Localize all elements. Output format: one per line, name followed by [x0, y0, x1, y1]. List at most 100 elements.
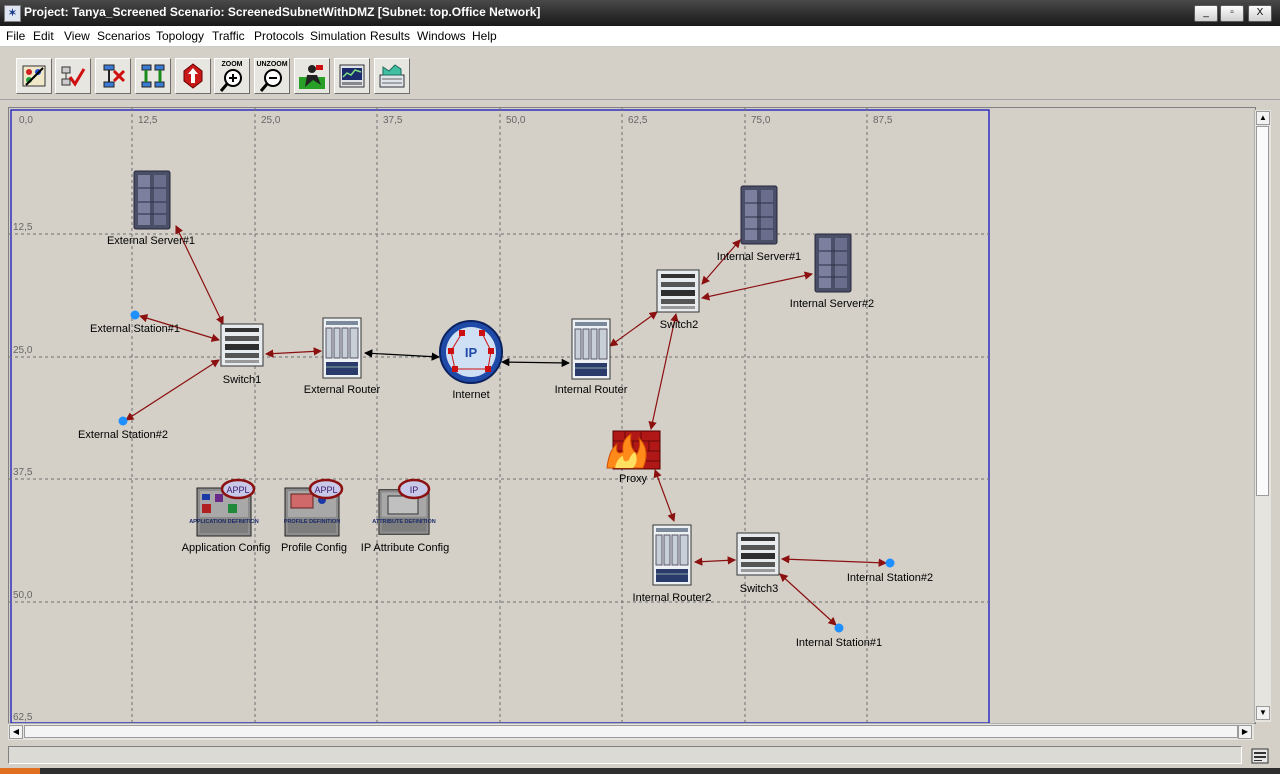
menu-scenarios[interactable]: Scenarios: [97, 29, 150, 43]
link[interactable]: [653, 469, 676, 522]
link[interactable]: [125, 359, 220, 421]
spreadsheet-icon: [215, 494, 223, 502]
node-label: Internal Station#2: [847, 572, 933, 584]
node-label: External Router: [304, 384, 381, 396]
server-icon: [133, 170, 171, 230]
link[interactable]: [780, 555, 888, 567]
menu-view[interactable]: View: [64, 29, 90, 43]
menu-traffic[interactable]: Traffic: [212, 29, 245, 43]
node-label: Internal Server#1: [717, 251, 801, 263]
link[interactable]: [693, 556, 737, 566]
link[interactable]: [779, 573, 837, 626]
switch3-node[interactable]: Switch3: [736, 532, 780, 595]
ip-attribute-config-node[interactable]: ATTRIBUTE DEFINITION IP IP Attribute Con…: [361, 478, 449, 554]
link[interactable]: [648, 312, 679, 431]
switch-icon: [656, 269, 700, 313]
menu-topology[interactable]: Topology: [156, 29, 204, 43]
node-label: Internal Router: [555, 384, 628, 396]
link[interactable]: [700, 271, 814, 301]
horizontal-scrollbar[interactable]: ◀ ▶: [8, 723, 1254, 740]
x-tick: 25,0: [261, 115, 281, 126]
menu-windows[interactable]: Windows: [417, 29, 466, 43]
fail-link-button[interactable]: [95, 58, 131, 94]
menu-results[interactable]: Results: [370, 29, 410, 43]
config-caption: ATTRIBUTE DEFINITION: [372, 519, 435, 525]
horizontal-scroll-thumb[interactable]: [24, 725, 1238, 738]
zoom-button[interactable]: ZOOM: [214, 58, 250, 94]
menu-protocols[interactable]: Protocols: [254, 29, 304, 43]
workstation-icon: [834, 623, 844, 633]
internal-server-1-node[interactable]: Internal Server#1: [717, 185, 801, 263]
app-icon: ✶: [4, 5, 21, 22]
node-label: Profile Config: [281, 542, 347, 554]
x-tick: 50,0: [506, 115, 526, 126]
link[interactable]: [609, 311, 658, 347]
minimize-button[interactable]: _: [1194, 5, 1218, 22]
y-tick: 37,5: [13, 467, 33, 478]
close-button[interactable]: X: [1248, 5, 1272, 22]
internal-station-1-node[interactable]: Internal Station#1: [796, 623, 882, 650]
scroll-right-arrow-icon[interactable]: ▶: [1238, 725, 1252, 739]
y-tick: 25,0: [13, 345, 33, 356]
internet-link[interactable]: [500, 357, 571, 368]
envelope-icon: [202, 494, 210, 500]
menu-edit[interactable]: Edit: [33, 29, 54, 43]
configure-simulation-button[interactable]: [294, 58, 330, 94]
menu-help[interactable]: Help: [472, 29, 497, 43]
menu-bar: File Edit View Scenarios Topology Traffi…: [0, 26, 1280, 47]
ip-cloud-icon: IP: [439, 320, 503, 384]
switch-icon: [736, 532, 780, 576]
application-config-node[interactable]: APPLICATION DEFINITION APPL Application …: [182, 478, 271, 554]
internet-badge: IP: [465, 345, 478, 360]
scroll-down-arrow-icon[interactable]: ▼: [1256, 706, 1270, 720]
check-links-button[interactable]: [55, 58, 91, 94]
external-server-1-node[interactable]: External Server#1: [107, 170, 195, 247]
run-simulation-icon: [299, 65, 325, 89]
link[interactable]: [264, 347, 323, 358]
workstation-icon: [118, 416, 128, 426]
switch2-node[interactable]: Switch2: [656, 269, 700, 331]
open-object-palette-button[interactable]: [16, 58, 52, 94]
internet-node[interactable]: IP Internet: [439, 320, 503, 401]
node-label: Internal Station#1: [796, 637, 882, 649]
return-parent-icon: [183, 63, 203, 89]
message-log-icon[interactable]: [1250, 747, 1270, 765]
external-station-2-node[interactable]: External Station#2: [78, 416, 168, 442]
profile-config-node[interactable]: PROFILE DEFINITION APPL Profile Config: [281, 478, 347, 554]
maximize-button[interactable]: ▫: [1220, 5, 1244, 22]
taskbar-strip: [0, 768, 1280, 774]
view-results-icon: [339, 64, 365, 88]
config-caption: PROFILE DEFINITION: [284, 519, 341, 525]
router-icon: [322, 317, 362, 379]
view-results-button[interactable]: [334, 58, 370, 94]
node-label: Application Config: [182, 542, 271, 554]
check-links-icon: [61, 66, 86, 87]
menu-simulation[interactable]: Simulation: [310, 29, 366, 43]
unzoom-button[interactable]: UNZOOM: [254, 58, 290, 94]
scroll-up-arrow-icon[interactable]: ▲: [1256, 111, 1270, 125]
internal-router-2-node[interactable]: Internal Router2: [633, 524, 712, 604]
proxy-node[interactable]: Proxy: [606, 430, 661, 485]
config-badge: APPL: [314, 485, 337, 495]
zoom-in-icon: [219, 69, 242, 92]
vertical-scroll-thumb[interactable]: [1256, 126, 1269, 496]
recover-link-icon: [141, 64, 165, 88]
menu-file[interactable]: File: [6, 29, 25, 43]
status-bar: [8, 746, 1242, 764]
config-caption: APPLICATION DEFINITION: [189, 519, 259, 525]
graphs-icon: [379, 64, 405, 88]
hide-show-graphs-button[interactable]: [374, 58, 410, 94]
node-label: External Station#2: [78, 429, 168, 441]
internal-server-2-node[interactable]: Internal Server#2: [790, 233, 874, 310]
switch-icon: [220, 323, 264, 367]
x-tick: 62,5: [628, 115, 648, 126]
vertical-scrollbar[interactable]: ▲ ▼: [1254, 110, 1271, 722]
scroll-left-arrow-icon[interactable]: ◀: [9, 725, 23, 739]
switch1-node[interactable]: Switch1: [220, 323, 264, 386]
external-station-1-node[interactable]: External Station#1: [90, 310, 180, 336]
network-workspace[interactable]: 0,0 12,5 25,0 37,5 50,0 62,5 75,0 87,5 1…: [8, 107, 1256, 724]
return-parent-subnet-button[interactable]: [175, 58, 211, 94]
internet-link[interactable]: [363, 349, 441, 361]
title-bar: ✶ Project: Tanya_Screened Scenario: Scre…: [0, 0, 1280, 26]
recover-link-button[interactable]: [135, 58, 171, 94]
